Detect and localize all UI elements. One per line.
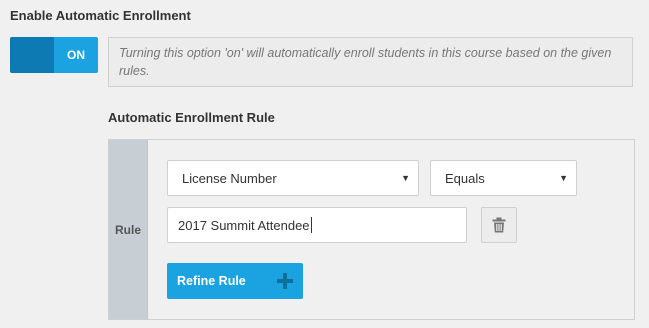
rule-value-input-text: 2017 Summit Attendee [178,217,310,233]
rule-operator-select-value: Equals [445,170,485,186]
rule-value-input[interactable]: 2017 Summit Attendee [167,207,467,243]
rule-field-select[interactable]: License Number ▼ [167,160,419,196]
refine-rule-button-label: Refine Rule [177,274,246,288]
rule-panel: Rule License Number ▼ Equals ▼ 2017 Summ… [108,139,635,320]
chevron-down-icon: ▼ [401,173,410,183]
refine-rule-button[interactable]: Refine Rule [167,263,303,299]
automatic-enrollment-toggle[interactable]: ON [10,37,98,73]
rule-operator-select[interactable]: Equals ▼ [430,160,577,196]
trash-icon [492,217,506,233]
rule-section-title: Automatic Enrollment Rule [108,110,275,125]
enrollment-hint: Turning this option 'on' will automatica… [108,37,633,87]
toggle-knob [10,37,54,73]
rule-field-select-value: License Number [182,170,277,186]
plus-icon [277,273,293,289]
rule-side-label: Rule [109,140,148,319]
delete-rule-button[interactable] [481,207,517,243]
enrollment-section-title: Enable Automatic Enrollment [10,8,191,23]
text-cursor [310,217,312,233]
toggle-state-label: ON [54,37,98,73]
chevron-down-icon: ▼ [559,173,568,183]
